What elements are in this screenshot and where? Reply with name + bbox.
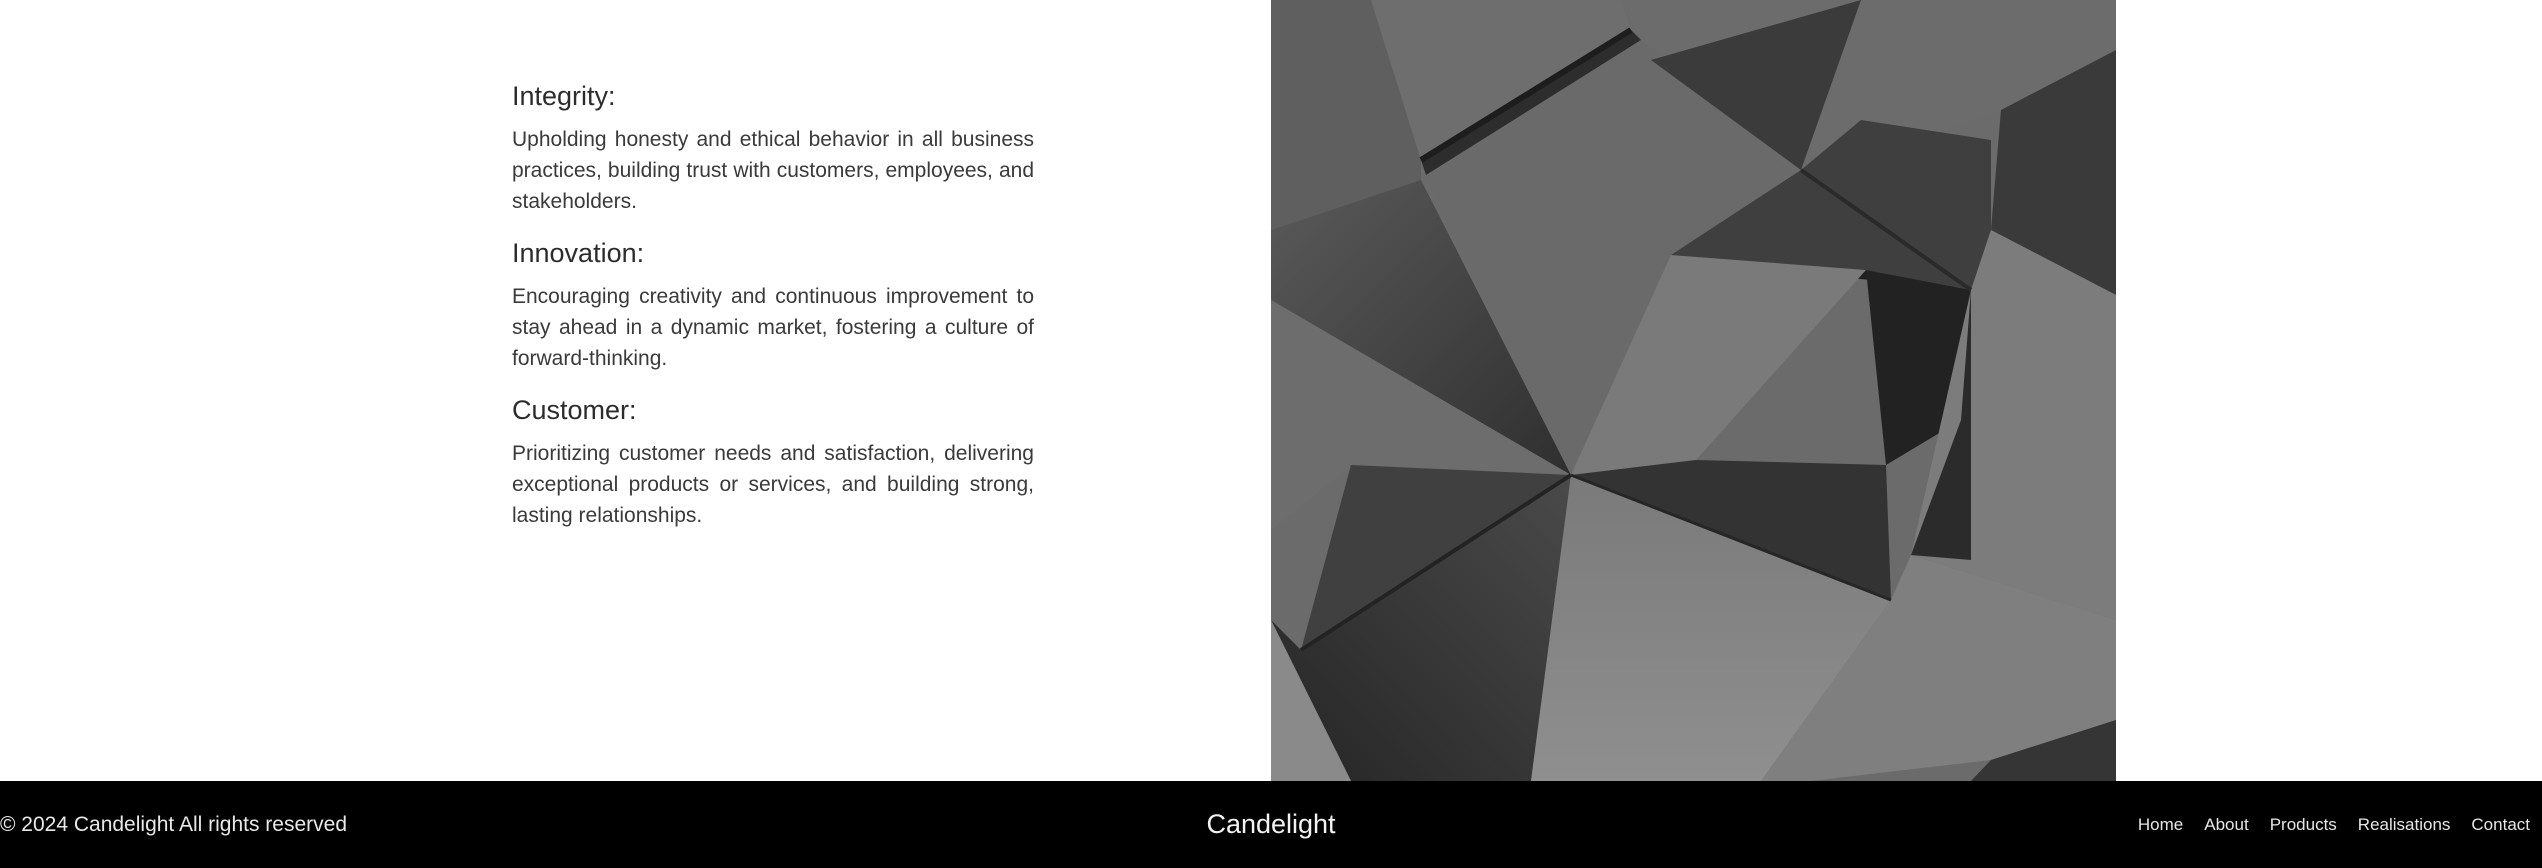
value-description: Encouraging creativity and continuous im…: [512, 285, 1034, 370]
geometric-shapes-graphic: [1271, 0, 2116, 781]
abstract-geometric-image: [1271, 0, 2116, 781]
company-values-section: Integrity: Upholding honesty and ethical…: [512, 78, 1034, 549]
page: Integrity: Upholding honesty and ethical…: [0, 0, 2542, 868]
footer-nav-products[interactable]: Products: [2270, 815, 2337, 835]
value-customer: Customer: Prioritizing customer needs an…: [512, 392, 1034, 531]
footer-brand[interactable]: Candelight: [1171, 781, 1371, 868]
value-title: Integrity:: [512, 81, 616, 111]
site-footer: © 2024 Candelight All rights reserved Ca…: [0, 781, 2542, 868]
footer-nav: Home About Products Realisations Contact: [2138, 781, 2530, 868]
value-description: Upholding honesty and ethical behavior i…: [512, 128, 1034, 213]
value-integrity: Integrity: Upholding honesty and ethical…: [512, 78, 1034, 217]
footer-nav-realisations[interactable]: Realisations: [2358, 815, 2451, 835]
footer-nav-contact[interactable]: Contact: [2471, 815, 2530, 835]
value-title: Innovation:: [512, 238, 645, 268]
copyright-text: © 2024 Candelight All rights reserved: [0, 812, 348, 836]
value-description: Prioritizing customer needs and satisfac…: [512, 442, 1034, 527]
footer-nav-about[interactable]: About: [2204, 815, 2248, 835]
footer-nav-home[interactable]: Home: [2138, 815, 2183, 835]
value-title: Customer:: [512, 395, 637, 425]
value-innovation: Innovation: Encouraging creativity and c…: [512, 235, 1034, 374]
